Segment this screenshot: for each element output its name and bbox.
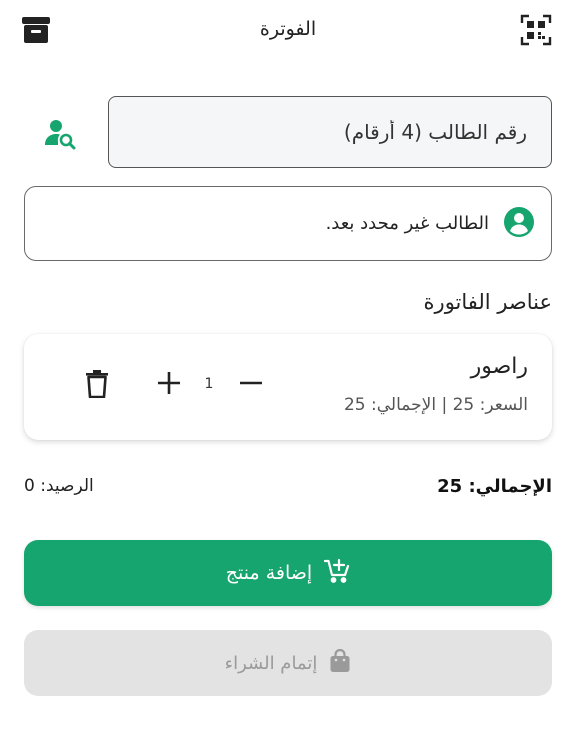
invoice-items-title: عناصر الفاتورة bbox=[423, 290, 552, 314]
account-circle-icon bbox=[503, 206, 535, 242]
student-status-text: الطالب غير محدد بعد. bbox=[325, 213, 489, 234]
add-cart-icon bbox=[324, 558, 350, 589]
shopping-bag-icon bbox=[329, 648, 351, 678]
item-quantity: 1 bbox=[204, 376, 214, 392]
trash-icon bbox=[85, 370, 109, 402]
person-search-icon[interactable] bbox=[40, 114, 80, 154]
invoice-item-card: راصور السعر: 25 | الإجمالي: 25 1 bbox=[24, 334, 552, 440]
increase-quantity-button[interactable] bbox=[152, 368, 186, 402]
decrease-quantity-button[interactable] bbox=[234, 368, 268, 402]
student-id-input[interactable] bbox=[108, 96, 552, 168]
app-header: الفوترة bbox=[0, 0, 576, 62]
plus-icon bbox=[156, 370, 182, 400]
billing-screen: الفوترة رقم الطالب (4 أرقام) الطالب غير … bbox=[0, 0, 576, 738]
delete-item-button[interactable] bbox=[80, 368, 114, 404]
qr-scan-icon[interactable] bbox=[518, 12, 554, 48]
page-title: الفوترة bbox=[259, 18, 317, 40]
add-product-label: إضافة منتج bbox=[225, 562, 313, 584]
invoice-total: الإجمالي: 25 bbox=[437, 476, 552, 497]
minus-icon bbox=[238, 370, 264, 400]
add-product-button[interactable]: إضافة منتج bbox=[24, 540, 552, 606]
student-balance: الرصيد: 0 bbox=[24, 476, 94, 496]
complete-purchase-label: إتمام الشراء bbox=[224, 652, 318, 674]
item-name: راصور bbox=[470, 354, 528, 379]
item-price-total: السعر: 25 | الإجمالي: 25 bbox=[343, 395, 528, 415]
student-status-card: الطالب غير محدد بعد. bbox=[24, 186, 552, 261]
complete-purchase-button[interactable]: إتمام الشراء bbox=[24, 630, 552, 696]
